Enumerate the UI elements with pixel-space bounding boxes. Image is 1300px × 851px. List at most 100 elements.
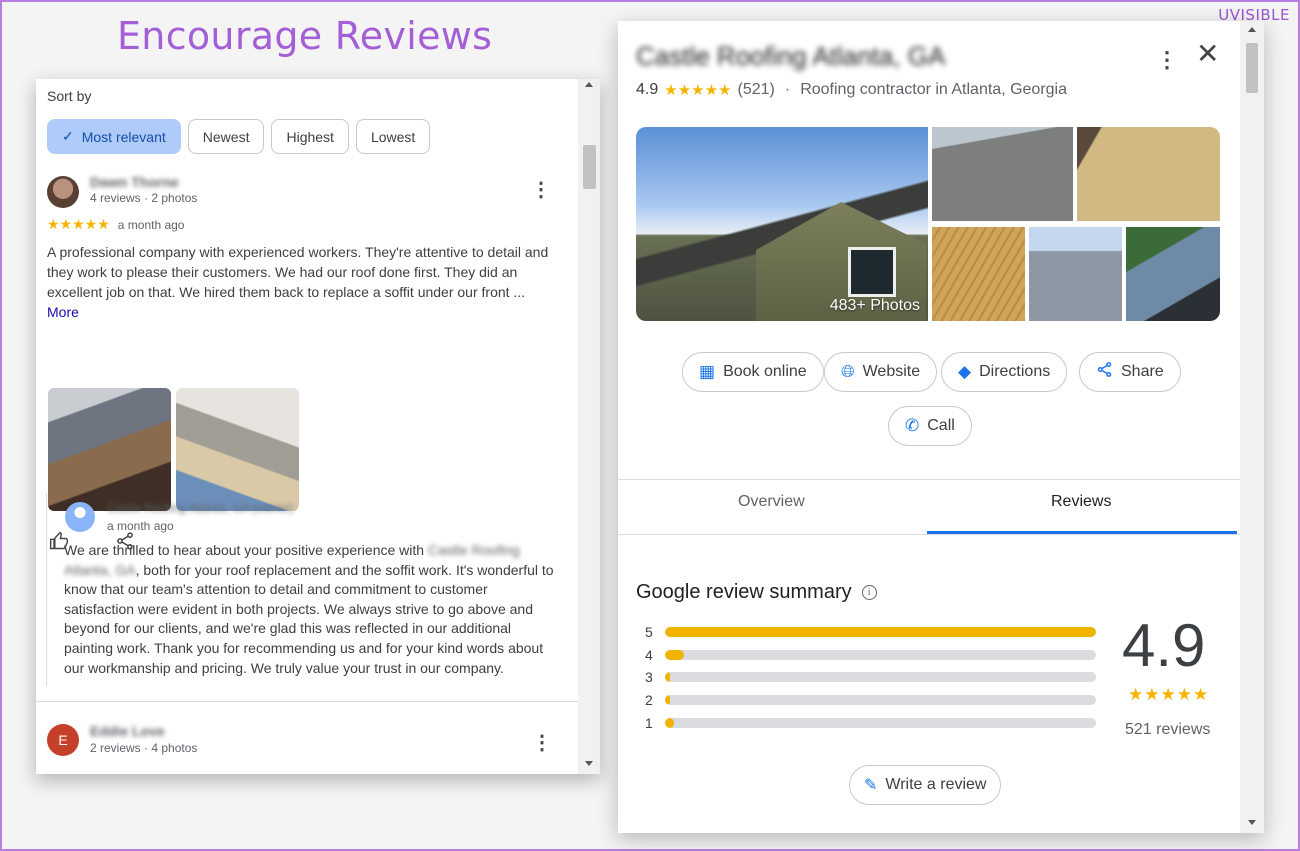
review-divider	[36, 701, 578, 702]
owner-reply-time: a month ago	[107, 519, 174, 533]
total-reviews[interactable]: 521 reviews	[1125, 721, 1210, 739]
chip-label: Newest	[202, 128, 250, 145]
share-icon	[1096, 361, 1113, 383]
rating-bar-track	[665, 627, 1096, 638]
rating-distribution: 5 4 3 2 1	[645, 621, 1096, 734]
rating-bar-row[interactable]: 2	[645, 689, 1096, 712]
call-button[interactable]: ✆ Call	[888, 406, 972, 446]
scroll-up-arrow-icon[interactable]	[1248, 27, 1256, 32]
gallery-photo[interactable]	[1029, 227, 1122, 321]
business-profile-panel: Castle Roofing Atlanta, GA ⋮ ✕ 4.9 ★★★★★…	[618, 21, 1264, 833]
sort-chip-highest[interactable]: Highest	[271, 119, 349, 154]
sort-chip-most-relevant[interactable]: ✓ Most relevant	[47, 119, 181, 154]
reviewer-meta: 4 reviews · 2 photos	[90, 191, 198, 205]
rating-bar-row[interactable]: 3	[645, 666, 1096, 689]
more-options-icon[interactable]: ⋮	[1156, 47, 1178, 73]
button-label: Website	[862, 363, 921, 380]
business-title: Castle Roofing Atlanta, GA	[636, 41, 946, 71]
pencil-icon: ✎	[864, 777, 878, 794]
scrollbar-thumb[interactable]	[1246, 43, 1258, 93]
calendar-icon: ▦	[699, 362, 716, 381]
scroll-up-arrow-icon[interactable]	[585, 82, 593, 87]
rating-bar-fill	[665, 627, 1096, 638]
directions-button[interactable]: ◆ Directions	[941, 352, 1068, 392]
phone-icon: ✆	[905, 416, 920, 435]
main-photo[interactable]: 483+ Photos	[636, 127, 928, 321]
owner-reply-text: We are thrilled to hear about your posit…	[64, 541, 556, 678]
rating-bar-track	[665, 695, 1096, 706]
scroll-down-arrow-icon[interactable]	[585, 761, 593, 766]
chip-label: Lowest	[370, 128, 416, 145]
check-icon: ✓	[62, 128, 74, 144]
rating-bar-label: 3	[645, 669, 653, 686]
button-label: Directions	[979, 363, 1051, 380]
rating-bar-label: 1	[645, 714, 653, 731]
business-subtitle: 4.9 ★★★★★ (521) · Roofing contractor in …	[636, 81, 1067, 99]
close-icon[interactable]: ✕	[1196, 37, 1219, 70]
gallery-photo[interactable]	[1077, 127, 1220, 221]
write-review-button[interactable]: ✎ Write a review	[849, 765, 1002, 805]
rating-bar-fill	[665, 649, 685, 660]
tab-reviews[interactable]: Reviews	[1051, 493, 1111, 511]
website-button[interactable]: 🌐︎ Website	[824, 352, 938, 392]
review-body: A professional company with experienced …	[47, 244, 549, 300]
button-label: Call	[927, 417, 955, 434]
button-label: Book online	[723, 363, 807, 380]
rating-bar-label: 5	[645, 624, 653, 641]
page-headline: Encourage Reviews	[117, 14, 493, 58]
book-online-button[interactable]: ▦ Book online	[682, 352, 824, 392]
photo-count[interactable]: 483+ Photos	[830, 297, 920, 315]
more-options-icon[interactable]: ⋮	[532, 733, 552, 753]
business-rating: 4.9	[636, 81, 659, 98]
reviews-list-panel: Sort by ✓ Most relevant Newest Highest L…	[36, 79, 600, 774]
rating-bar-label: 4	[645, 646, 653, 663]
review-text: A professional company with experienced …	[47, 242, 559, 322]
review-count[interactable]: (521)	[738, 81, 775, 99]
rating-bar-row[interactable]: 5	[645, 621, 1096, 644]
scrollbar-thumb[interactable]	[583, 145, 596, 189]
reviewer-name[interactable]: Eddie Love	[90, 723, 165, 739]
owner-name: Castle Roofing Atlanta, GA (owner)	[107, 501, 294, 515]
scrollbar[interactable]	[578, 79, 600, 774]
review-rating-line: ★★★★★ a month ago	[47, 216, 184, 233]
business-stars: ★★★★★	[664, 82, 732, 99]
rating-bar-row[interactable]: 1	[645, 711, 1096, 734]
review-summary-title: Google review summary i	[636, 581, 877, 604]
gallery-photo[interactable]	[932, 227, 1025, 321]
window-image	[848, 247, 896, 297]
chip-label: Most relevant	[81, 128, 166, 145]
reviewer-avatar[interactable]	[47, 176, 79, 208]
review-time: a month ago	[117, 217, 185, 232]
chip-label: Highest	[286, 128, 334, 145]
tab-overview[interactable]: Overview	[738, 493, 805, 511]
gallery-photo[interactable]	[932, 127, 1073, 221]
owner-reply-text-rest: , both for your roof replacement and the…	[64, 561, 554, 676]
rating-bar-fill	[665, 672, 671, 683]
reviewer-name[interactable]: Dawn Thorne	[90, 174, 179, 190]
average-rating: 4.9	[1122, 612, 1206, 679]
separator: ·	[784, 81, 791, 98]
scrollbar[interactable]	[1240, 21, 1264, 833]
button-label: Write a review	[885, 776, 987, 793]
summary-title-text: Google review summary	[636, 581, 852, 603]
share-button[interactable]: Share	[1079, 352, 1181, 392]
rating-bar-row[interactable]: 4	[645, 644, 1096, 667]
rating-bar-track	[665, 649, 1096, 660]
sort-chip-newest[interactable]: Newest	[187, 119, 265, 154]
globe-icon: 🌐︎	[841, 362, 855, 381]
rating-bar-track	[665, 717, 1096, 728]
more-link[interactable]: More	[47, 304, 79, 320]
gallery-photo[interactable]	[1126, 227, 1220, 321]
reviewer-meta: 2 reviews · 4 photos	[90, 741, 198, 755]
button-label: Share	[1121, 363, 1164, 380]
business-category[interactable]: Roofing contractor in Atlanta, Georgia	[800, 81, 1067, 99]
info-icon[interactable]: i	[861, 585, 877, 600]
sort-chip-lowest[interactable]: Lowest	[355, 119, 431, 154]
owner-reply: Castle Roofing Atlanta, GA (owner) a mon…	[46, 493, 556, 686]
reviewer-avatar[interactable]: E	[47, 724, 79, 756]
average-stars: ★★★★★	[1128, 685, 1210, 704]
more-options-icon[interactable]: ⋮	[531, 180, 551, 200]
scroll-down-arrow-icon[interactable]	[1248, 820, 1256, 825]
directions-icon: ◆	[958, 362, 972, 381]
rating-bar-label: 2	[645, 692, 653, 709]
